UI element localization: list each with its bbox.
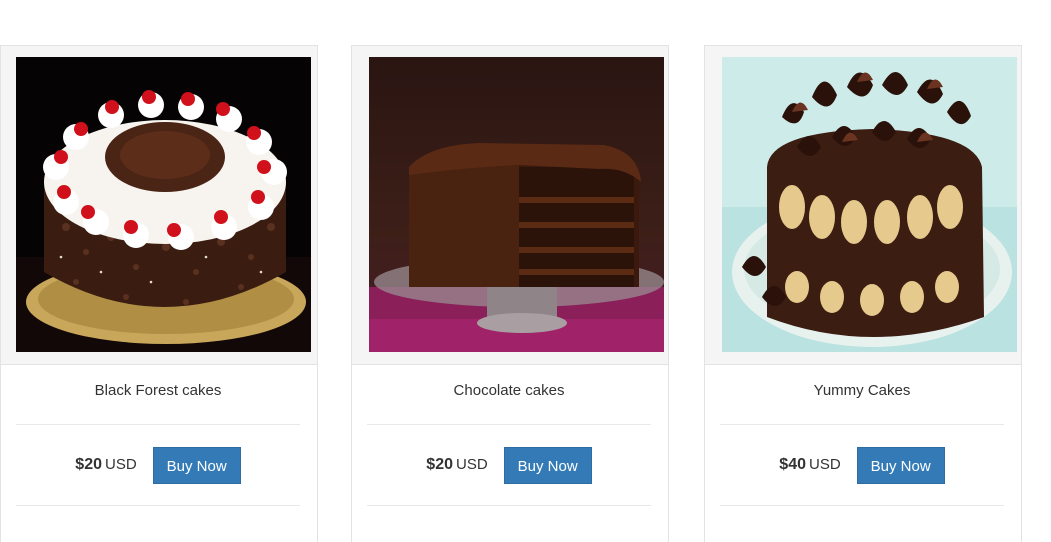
yummy-cake-image[interactable] [722, 57, 1017, 352]
product-card-chocolate: Chocolate cakes $20 USD Buy Now [351, 45, 669, 542]
divider [367, 424, 651, 425]
price-currency: USD [105, 456, 137, 473]
product-image-frame [1, 46, 317, 365]
divider [720, 424, 1004, 425]
product-card-black-forest: Black Forest cakes $20 USD Buy Now [0, 45, 318, 542]
product-image-frame [705, 46, 1021, 365]
divider [720, 505, 1004, 506]
price-row: $20 USD Buy Now [16, 446, 300, 484]
product-image-frame [352, 46, 668, 365]
price-amount: $20 [75, 456, 102, 473]
divider [16, 424, 300, 425]
product-price: $40 USD [779, 456, 840, 474]
price-amount: $40 [779, 456, 806, 473]
price-currency: USD [809, 456, 841, 473]
price-row: $40 USD Buy Now [720, 446, 1004, 484]
divider [16, 505, 300, 506]
black-forest-cake-image[interactable] [16, 57, 311, 352]
price-amount: $20 [426, 456, 453, 473]
product-title: Chocolate cakes [453, 382, 565, 399]
product-price: $20 USD [426, 456, 487, 474]
product-title: Black Forest cakes [94, 382, 222, 399]
chocolate-cake-image[interactable] [369, 57, 664, 352]
buy-now-button[interactable]: Buy Now [152, 446, 241, 484]
buy-now-button[interactable]: Buy Now [503, 446, 592, 484]
price-currency: USD [456, 456, 488, 473]
product-card-yummy: Yummy Cakes $40 USD Buy Now [704, 45, 1022, 542]
buy-now-button[interactable]: Buy Now [856, 446, 945, 484]
divider [367, 505, 651, 506]
product-title: Yummy Cakes [813, 382, 911, 399]
product-listing: Black Forest cakes $20 USD Buy Now Choco… [0, 0, 1051, 542]
price-row: $20 USD Buy Now [367, 446, 651, 484]
product-price: $20 USD [75, 456, 136, 474]
